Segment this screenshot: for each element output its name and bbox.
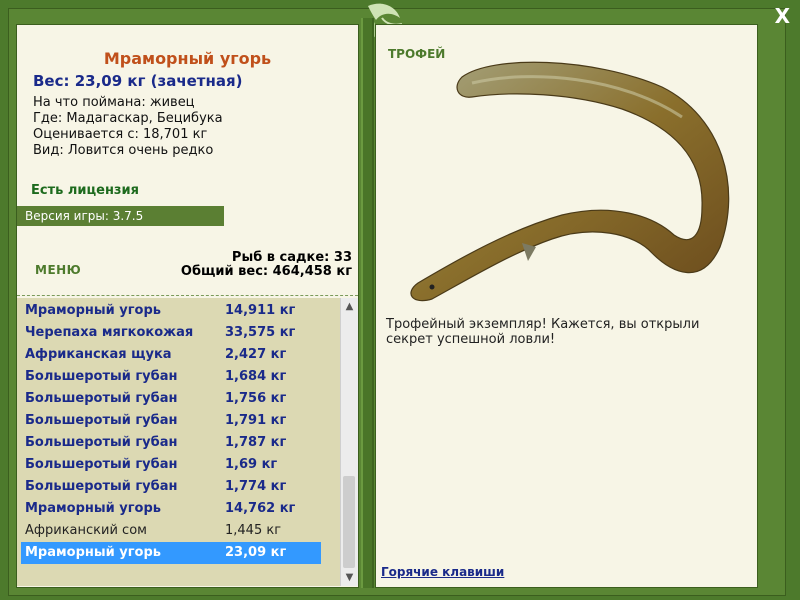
- menu-button[interactable]: МЕНЮ: [35, 263, 81, 277]
- list-item[interactable]: Мраморный угорь 14,762 кг: [21, 498, 321, 520]
- catch-fish-name: Африканская щука: [25, 347, 172, 362]
- fish-count: Рыб в садке: 33: [231, 250, 352, 265]
- list-item[interactable]: Большеротый губан 1,787 кг: [21, 432, 321, 454]
- total-weight: Общий вес: 464,458 кг: [180, 264, 352, 279]
- list-item[interactable]: Большеротый губан 1,774 кг: [21, 476, 321, 498]
- catch-fish-name: Большеротый губан: [25, 391, 178, 406]
- fish-info-panel: Мраморный угорь Вес: 23,09 кг (зачетная)…: [16, 24, 359, 588]
- fish-details: На что поймана: живец Где: Мадагаскар, Б…: [33, 95, 223, 159]
- list-item[interactable]: Африканский сом 1,445 кг: [21, 520, 321, 542]
- trophy-panel: ТРОФЕЙ Трофейный экземпляр! Кажется, вы …: [375, 24, 758, 588]
- list-item[interactable]: Большеротый губан 1,684 кг: [21, 366, 321, 388]
- catch-fish-weight: 1,69 кг: [225, 457, 278, 472]
- scroll-up-icon[interactable]: ▲: [341, 298, 358, 315]
- catch-fish-name: Мраморный угорь: [25, 303, 161, 318]
- catch-fish-name: Большеротый губан: [25, 457, 178, 472]
- catch-fish-weight: 1,445 кг: [225, 523, 282, 538]
- catch-fish-name: Большеротый губан: [25, 413, 178, 428]
- catch-fish-name: Большеротый губан: [25, 369, 178, 384]
- separator: [17, 295, 358, 296]
- catch-fish-name: Черепаха мягкокожая: [25, 325, 194, 340]
- list-item[interactable]: Мраморный угорь 23,09 кг: [21, 542, 321, 564]
- game-version: Версия игры: 3.7.5: [17, 206, 224, 226]
- list-item[interactable]: Африканская щука 2,427 кг: [21, 344, 321, 366]
- catch-fish-weight: 1,791 кг: [225, 413, 287, 428]
- fish-name: Мраморный угорь: [103, 49, 272, 68]
- catch-fish-weight: 23,09 кг: [225, 545, 287, 560]
- catch-fish-name: Мраморный угорь: [25, 545, 161, 560]
- list-item[interactable]: Большеротый губан 1,69 кг: [21, 454, 321, 476]
- keepnet-stats: Рыб в садке: 33 Общий вес: 464,458 кг: [181, 251, 352, 279]
- scroll-thumb[interactable]: [343, 476, 355, 568]
- catch-fish-weight: 2,427 кг: [225, 347, 287, 362]
- list-item[interactable]: Большеротый губан 1,791 кг: [21, 410, 321, 432]
- catch-list[interactable]: Мраморный угорь 14,911 кг Черепаха мягкоко…: [17, 298, 340, 586]
- catch-fish-weight: 14,762 кг: [225, 501, 296, 516]
- panel-divider: [361, 18, 374, 588]
- location-info: Где: Мадагаскар, Бецибука: [33, 111, 223, 126]
- license-status: Есть лицензия: [31, 183, 139, 198]
- hotkeys-link[interactable]: Горячие клавиши: [381, 565, 504, 579]
- trophy-description: Трофейный экземпляр! Кажется, вы открыли…: [386, 317, 700, 347]
- fish-weight: Вес: 23,09 кг (зачетная): [33, 72, 243, 90]
- bait-info: На что поймана: живец: [33, 95, 195, 110]
- catch-fish-name: Мраморный угорь: [25, 501, 161, 516]
- list-item[interactable]: Черепаха мягкокожая 33,575 кг: [21, 322, 321, 344]
- scrollbar[interactable]: ▲ ▼: [340, 298, 358, 586]
- catch-fish-name: Африканский сом: [25, 523, 147, 538]
- scroll-down-icon[interactable]: ▼: [341, 569, 358, 586]
- catch-fish-weight: 1,787 кг: [225, 435, 287, 450]
- catch-fish-weight: 1,774 кг: [225, 479, 287, 494]
- list-item[interactable]: Мраморный угорь 14,911 кг: [21, 300, 321, 322]
- close-button[interactable]: X: [775, 6, 790, 26]
- rarity-info: Вид: Ловится очень редко: [33, 143, 214, 158]
- catch-fish-name: Большеротый губан: [25, 435, 178, 450]
- eel-image: [410, 61, 730, 302]
- catch-fish-name: Большеротый губан: [25, 479, 178, 494]
- valued-info: Оценивается с: 18,701 кг: [33, 127, 208, 142]
- catch-fish-weight: 33,575 кг: [225, 325, 296, 340]
- list-item[interactable]: Большеротый губан 1,756 кг: [21, 388, 321, 410]
- catch-fish-weight: 1,756 кг: [225, 391, 287, 406]
- catch-fish-weight: 1,684 кг: [225, 369, 287, 384]
- catch-fish-weight: 14,911 кг: [225, 303, 296, 318]
